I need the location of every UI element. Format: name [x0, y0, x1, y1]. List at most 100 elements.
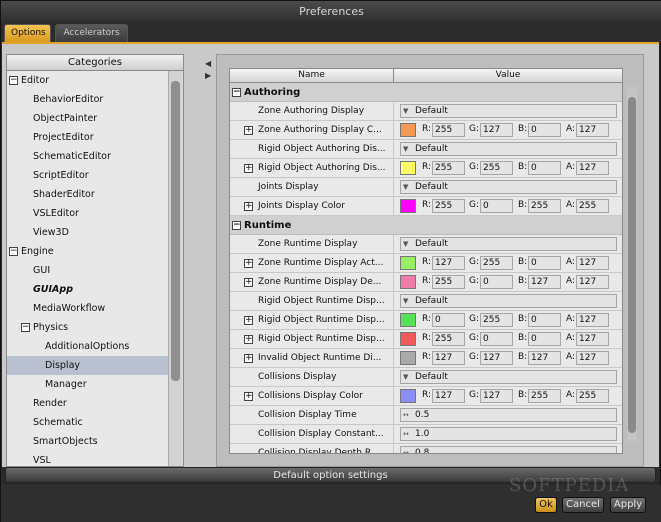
alpha-channel-field[interactable]: 255 [576, 389, 609, 403]
red-channel-field[interactable]: 255 [432, 275, 465, 289]
color-swatch[interactable] [400, 275, 416, 289]
expand-icon[interactable]: + [244, 392, 253, 401]
red-channel-field[interactable]: 127 [432, 389, 465, 403]
color-swatch[interactable] [400, 161, 416, 175]
spin-arrows-icon[interactable]: ↔ [403, 428, 409, 440]
apply-button[interactable]: Apply [610, 497, 646, 513]
spin-arrows-icon[interactable]: ↔ [403, 409, 409, 421]
properties-scroll-thumb[interactable] [628, 97, 636, 433]
expand-right-icon[interactable]: ▶ [205, 70, 213, 82]
color-swatch[interactable] [400, 332, 416, 346]
cancel-button[interactable]: Cancel [562, 497, 604, 513]
property-dropdown[interactable]: ▼ Default [400, 180, 617, 194]
alpha-channel-field[interactable]: 127 [576, 332, 609, 346]
red-channel-field[interactable]: 255 [432, 161, 465, 175]
color-swatch[interactable] [400, 256, 416, 270]
expand-icon[interactable]: + [244, 164, 253, 173]
blue-channel-field[interactable]: 0 [528, 256, 561, 270]
property-dropdown[interactable]: ▼ Default [400, 104, 617, 118]
category-item[interactable]: ObjectPainter [7, 109, 169, 128]
green-channel-field[interactable]: 0 [480, 332, 513, 346]
category-item[interactable]: Render [7, 394, 169, 413]
collapse-icon[interactable]: − [232, 88, 241, 97]
alpha-channel-field[interactable]: 127 [576, 275, 609, 289]
color-swatch[interactable] [400, 199, 416, 213]
category-item[interactable]: − Physics [7, 318, 169, 337]
alpha-channel-field[interactable]: 127 [576, 161, 609, 175]
collapse-icon[interactable]: − [21, 323, 30, 332]
category-item[interactable]: VSLEditor [7, 204, 169, 223]
column-header-value[interactable]: Value [394, 69, 622, 82]
chevron-down-icon[interactable]: ▼ [403, 238, 408, 250]
category-item[interactable]: GUIApp [7, 280, 169, 299]
category-item[interactable]: VSL [7, 451, 169, 466]
chevron-down-icon[interactable]: ▼ [403, 181, 408, 193]
expand-icon[interactable]: + [244, 202, 253, 211]
blue-channel-field[interactable]: 0 [528, 332, 561, 346]
red-channel-field[interactable]: 255 [432, 123, 465, 137]
blue-channel-field[interactable]: 127 [528, 351, 561, 365]
red-channel-field[interactable]: 127 [432, 351, 465, 365]
category-item[interactable]: MediaWorkflow [7, 299, 169, 318]
blue-channel-field[interactable]: 0 [528, 313, 561, 327]
chevron-down-icon[interactable]: ▼ [403, 105, 408, 117]
blue-channel-field[interactable]: 0 [528, 161, 561, 175]
category-item[interactable]: SmartObjects [7, 432, 169, 451]
panel-splitter[interactable]: ◀ ▶ [205, 58, 213, 82]
red-channel-field[interactable]: 0 [432, 313, 465, 327]
category-item[interactable]: Display [7, 356, 169, 375]
green-channel-field[interactable]: 255 [480, 313, 513, 327]
category-item[interactable]: BehaviorEditor [7, 90, 169, 109]
green-channel-field[interactable]: 127 [480, 389, 513, 403]
tab-accelerators[interactable]: Accelerators [55, 24, 128, 42]
category-item[interactable]: ProjectEditor [7, 128, 169, 147]
category-item[interactable]: ShaderEditor [7, 185, 169, 204]
property-dropdown[interactable]: ▼ Default [400, 237, 617, 251]
green-channel-field[interactable]: 0 [480, 199, 513, 213]
ok-button[interactable]: Ok [535, 497, 557, 513]
property-number-field[interactable]: ↔ 0.8 [400, 446, 617, 453]
green-channel-field[interactable]: 127 [480, 351, 513, 365]
alpha-channel-field[interactable]: 127 [576, 256, 609, 270]
category-item[interactable]: View3D [7, 223, 169, 242]
category-item[interactable]: SchematicEditor [7, 147, 169, 166]
alpha-channel-field[interactable]: 127 [576, 351, 609, 365]
blue-channel-field[interactable]: 255 [528, 389, 561, 403]
property-number-field[interactable]: ↔ 1.0 [400, 427, 617, 441]
chevron-down-icon[interactable]: ▼ [403, 371, 408, 383]
alpha-channel-field[interactable]: 127 [576, 123, 609, 137]
blue-channel-field[interactable]: 255 [528, 199, 561, 213]
column-header-name[interactable]: Name [230, 69, 394, 82]
collapse-icon[interactable]: − [232, 221, 241, 230]
chevron-down-icon[interactable]: ▼ [403, 143, 408, 155]
green-channel-field[interactable]: 0 [480, 275, 513, 289]
collapse-left-icon[interactable]: ◀ [205, 58, 213, 70]
chevron-down-icon[interactable]: ▼ [403, 295, 408, 307]
expand-icon[interactable]: + [244, 335, 253, 344]
collapse-icon[interactable]: − [9, 76, 18, 85]
color-swatch[interactable] [400, 351, 416, 365]
blue-channel-field[interactable]: 0 [528, 123, 561, 137]
property-dropdown[interactable]: ▼ Default [400, 370, 617, 384]
expand-icon[interactable]: + [244, 316, 253, 325]
property-dropdown[interactable]: ▼ Default [400, 294, 617, 308]
spin-arrows-icon[interactable]: ↔ [403, 447, 409, 453]
category-item[interactable]: − Editor [7, 71, 169, 90]
categories-scrollbar[interactable] [168, 71, 182, 466]
category-item[interactable]: ScriptEditor [7, 166, 169, 185]
property-section-header[interactable]: − Authoring [230, 83, 622, 102]
color-swatch[interactable] [400, 313, 416, 327]
green-channel-field[interactable]: 127 [480, 123, 513, 137]
expand-icon[interactable]: + [244, 126, 253, 135]
expand-icon[interactable]: + [244, 259, 253, 268]
category-item[interactable]: − Engine [7, 242, 169, 261]
property-number-field[interactable]: ↔ 0.5 [400, 408, 617, 422]
category-item[interactable]: AdditionalOptions [7, 337, 169, 356]
properties-scrollbar[interactable] [627, 87, 637, 441]
property-section-header[interactable]: − Runtime [230, 216, 622, 235]
red-channel-field[interactable]: 127 [432, 256, 465, 270]
alpha-channel-field[interactable]: 127 [576, 313, 609, 327]
property-dropdown[interactable]: ▼ Default [400, 142, 617, 156]
blue-channel-field[interactable]: 127 [528, 275, 561, 289]
expand-icon[interactable]: + [244, 278, 253, 287]
